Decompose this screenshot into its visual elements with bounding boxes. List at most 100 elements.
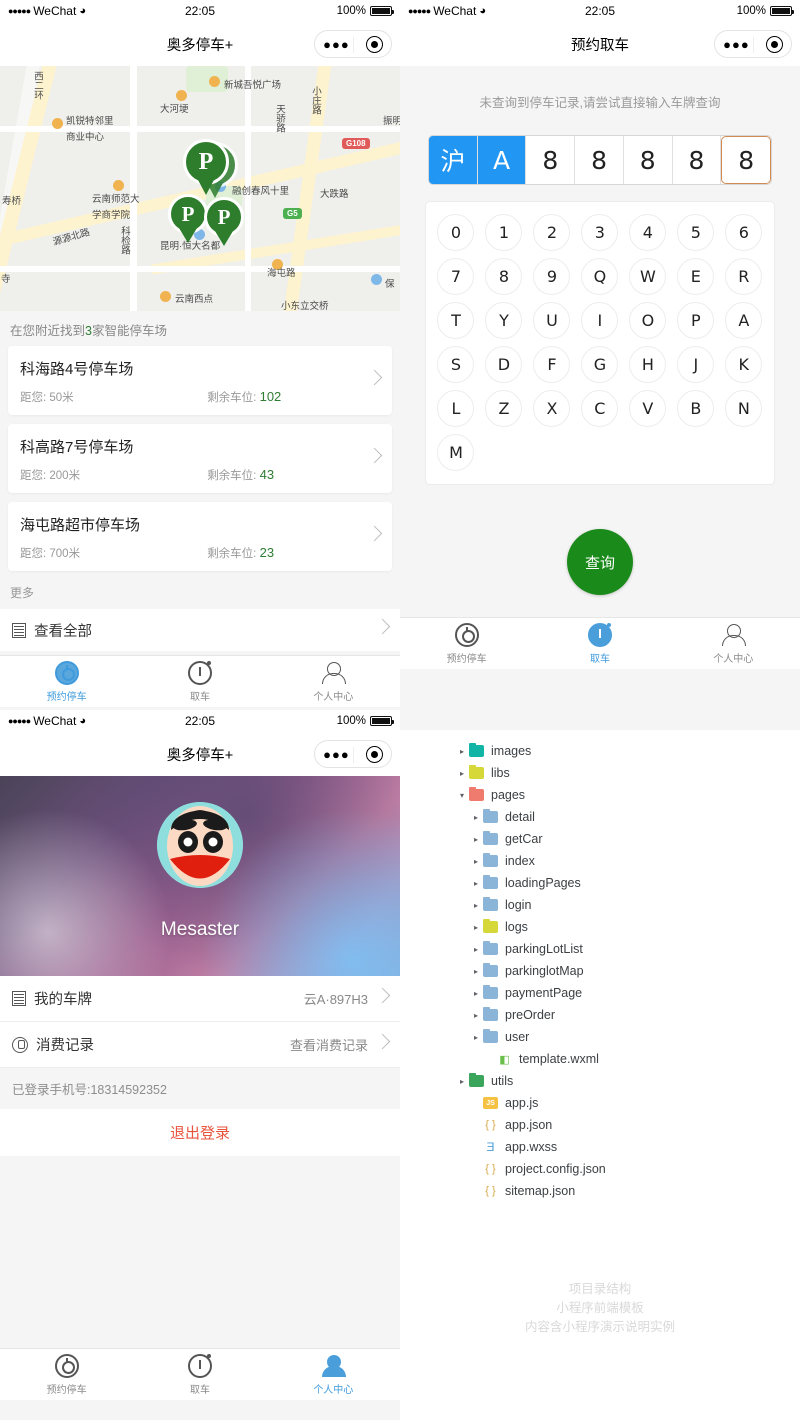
key-x[interactable]: X [528,386,576,430]
plate-input[interactable]: 沪 A 8 8 8 8 8 [428,135,772,185]
key-r[interactable]: R [720,254,768,298]
key-a[interactable]: A [720,298,768,342]
tab-reserve-parking[interactable]: 预约停车 [0,656,133,707]
tree-node-loadingpages[interactable]: ▸ loadingPages [455,872,800,894]
chevron-down-icon[interactable]: ▾ [455,791,469,800]
key-3[interactable]: 3 [576,210,624,254]
tree-node-parkinglotmap[interactable]: ▸ parkinglotMap [455,960,800,982]
tree-node-user[interactable]: ▸ user [455,1026,800,1048]
tree-node-app-js[interactable]: JS app.js [455,1092,800,1114]
tab-reserve-parking[interactable]: 预约停车 [400,618,533,669]
key-8[interactable]: 8 [480,254,528,298]
chevron-right-icon[interactable]: ▸ [469,813,483,822]
key-m[interactable]: M [432,430,480,474]
chevron-right-icon[interactable]: ▸ [455,747,469,756]
key-v[interactable]: V [624,386,672,430]
key-q[interactable]: Q [576,254,624,298]
row-my-plate[interactable]: 我的车牌 云A·897H3 [0,976,400,1022]
key-e[interactable]: E [672,254,720,298]
key-h[interactable]: H [624,342,672,386]
key-1[interactable]: 1 [480,210,528,254]
chevron-right-icon[interactable]: ▸ [469,879,483,888]
chevron-right-icon[interactable]: ▸ [455,1077,469,1086]
key-o[interactable]: O [624,298,672,342]
parking-lot-card[interactable]: 科高路7号停车场 距您: 200米 剩余车位: 43 [8,424,392,493]
tree-node-project-config-json[interactable]: { } project.config.json [455,1158,800,1180]
chevron-right-icon[interactable]: ▸ [469,1011,483,1020]
chevron-right-icon[interactable]: ▸ [469,1033,483,1042]
key-w[interactable]: W [624,254,672,298]
row-spend-records[interactable]: 消费记录 查看消费记录 [0,1022,400,1068]
plate-cell-2[interactable]: 8 [526,136,576,184]
key-y[interactable]: Y [480,298,528,342]
tree-node-logs[interactable]: ▸ logs [455,916,800,938]
tree-node-template-wxml[interactable]: ◧ template.wxml [455,1048,800,1070]
key-g[interactable]: G [576,342,624,386]
chevron-right-icon[interactable]: ▸ [469,857,483,866]
tree-node-detail[interactable]: ▸ detail [455,806,800,828]
more-menu-icon[interactable]: ●●● [323,748,350,761]
tree-node-index[interactable]: ▸ index [455,850,800,872]
tree-node-login[interactable]: ▸ login [455,894,800,916]
key-7[interactable]: 7 [432,254,480,298]
tab-reserve-parking[interactable]: 预约停车 [0,1349,133,1400]
key-2[interactable]: 2 [528,210,576,254]
close-target-icon[interactable] [365,35,383,53]
plate-keyboard[interactable]: 0 1 2 3 4 5 6 7 8 9 Q W E R T Y U I O P … [425,201,775,485]
tree-node-parkinglotlist[interactable]: ▸ parkingLotList [455,938,800,960]
plate-cell-1[interactable]: A [477,136,527,184]
plate-cell-3[interactable]: 8 [575,136,624,184]
key-d[interactable]: D [480,342,528,386]
key-p[interactable]: P [672,298,720,342]
plate-cell-4[interactable]: 8 [623,136,673,184]
tab-profile[interactable]: 个人中心 [667,618,800,669]
chevron-right-icon[interactable]: ▸ [469,835,483,844]
key-4[interactable]: 4 [624,210,672,254]
tree-node-sitemap-json[interactable]: { } sitemap.json [455,1180,800,1202]
tree-node-paymentpage[interactable]: ▸ paymentPage [455,982,800,1004]
tree-node-app-wxss[interactable]: Ǝ app.wxss [455,1136,800,1158]
plate-cell-6[interactable]: 8 [721,136,771,184]
key-k[interactable]: K [720,342,768,386]
close-target-icon[interactable] [365,745,383,763]
tree-node-getcar[interactable]: ▸ getCar [455,828,800,850]
key-j[interactable]: J [672,342,720,386]
logout-button[interactable]: 退出登录 [0,1109,400,1156]
key-l[interactable]: L [432,386,480,430]
key-s[interactable]: S [432,342,480,386]
chevron-right-icon[interactable]: ▸ [469,923,483,932]
close-target-icon[interactable] [765,35,783,53]
view-all-row[interactable]: 查看全部 [0,609,400,651]
parking-pin[interactable]: P [204,197,244,247]
tab-pickup-car[interactable]: 取车 [133,656,266,707]
wechat-capsule[interactable]: ●●● [714,30,792,58]
map-view[interactable]: G108 G5 P P P 西二环 大河埂 新城吾悦广场 凯锐特邻里 商业中心 … [0,66,400,311]
more-menu-icon[interactable]: ●●● [723,38,750,51]
tree-node-images[interactable]: ▸ images [455,740,800,762]
key-9[interactable]: 9 [528,254,576,298]
parking-pin[interactable]: P [168,194,208,244]
plate-cell-0[interactable]: 沪 [429,136,478,184]
key-u[interactable]: U [528,298,576,342]
key-5[interactable]: 5 [672,210,720,254]
chevron-right-icon[interactable]: ▸ [455,769,469,778]
key-z[interactable]: Z [480,386,528,430]
key-t[interactable]: T [432,298,480,342]
tree-node-libs[interactable]: ▸ libs [455,762,800,784]
avatar[interactable] [157,802,243,888]
parking-pin[interactable]: P [183,139,229,195]
tree-node-app-json[interactable]: { } app.json [455,1114,800,1136]
more-menu-icon[interactable]: ●●● [323,38,350,51]
tree-node-preorder[interactable]: ▸ preOrder [455,1004,800,1026]
key-0[interactable]: 0 [432,210,480,254]
plate-cell-5[interactable]: 8 [672,136,722,184]
chevron-right-icon[interactable]: ▸ [469,945,483,954]
more-label[interactable]: 更多 [0,580,400,609]
chevron-right-icon[interactable]: ▸ [469,989,483,998]
tab-profile[interactable]: 个人中心 [267,656,400,707]
tab-pickup-car[interactable]: 取车 [533,618,666,669]
query-button[interactable]: 查询 [567,529,633,595]
parking-lot-card[interactable]: 科海路4号停车场 距您: 50米 剩余车位: 102 [8,346,392,415]
tab-profile[interactable]: 个人中心 [267,1349,400,1400]
key-f[interactable]: F [528,342,576,386]
